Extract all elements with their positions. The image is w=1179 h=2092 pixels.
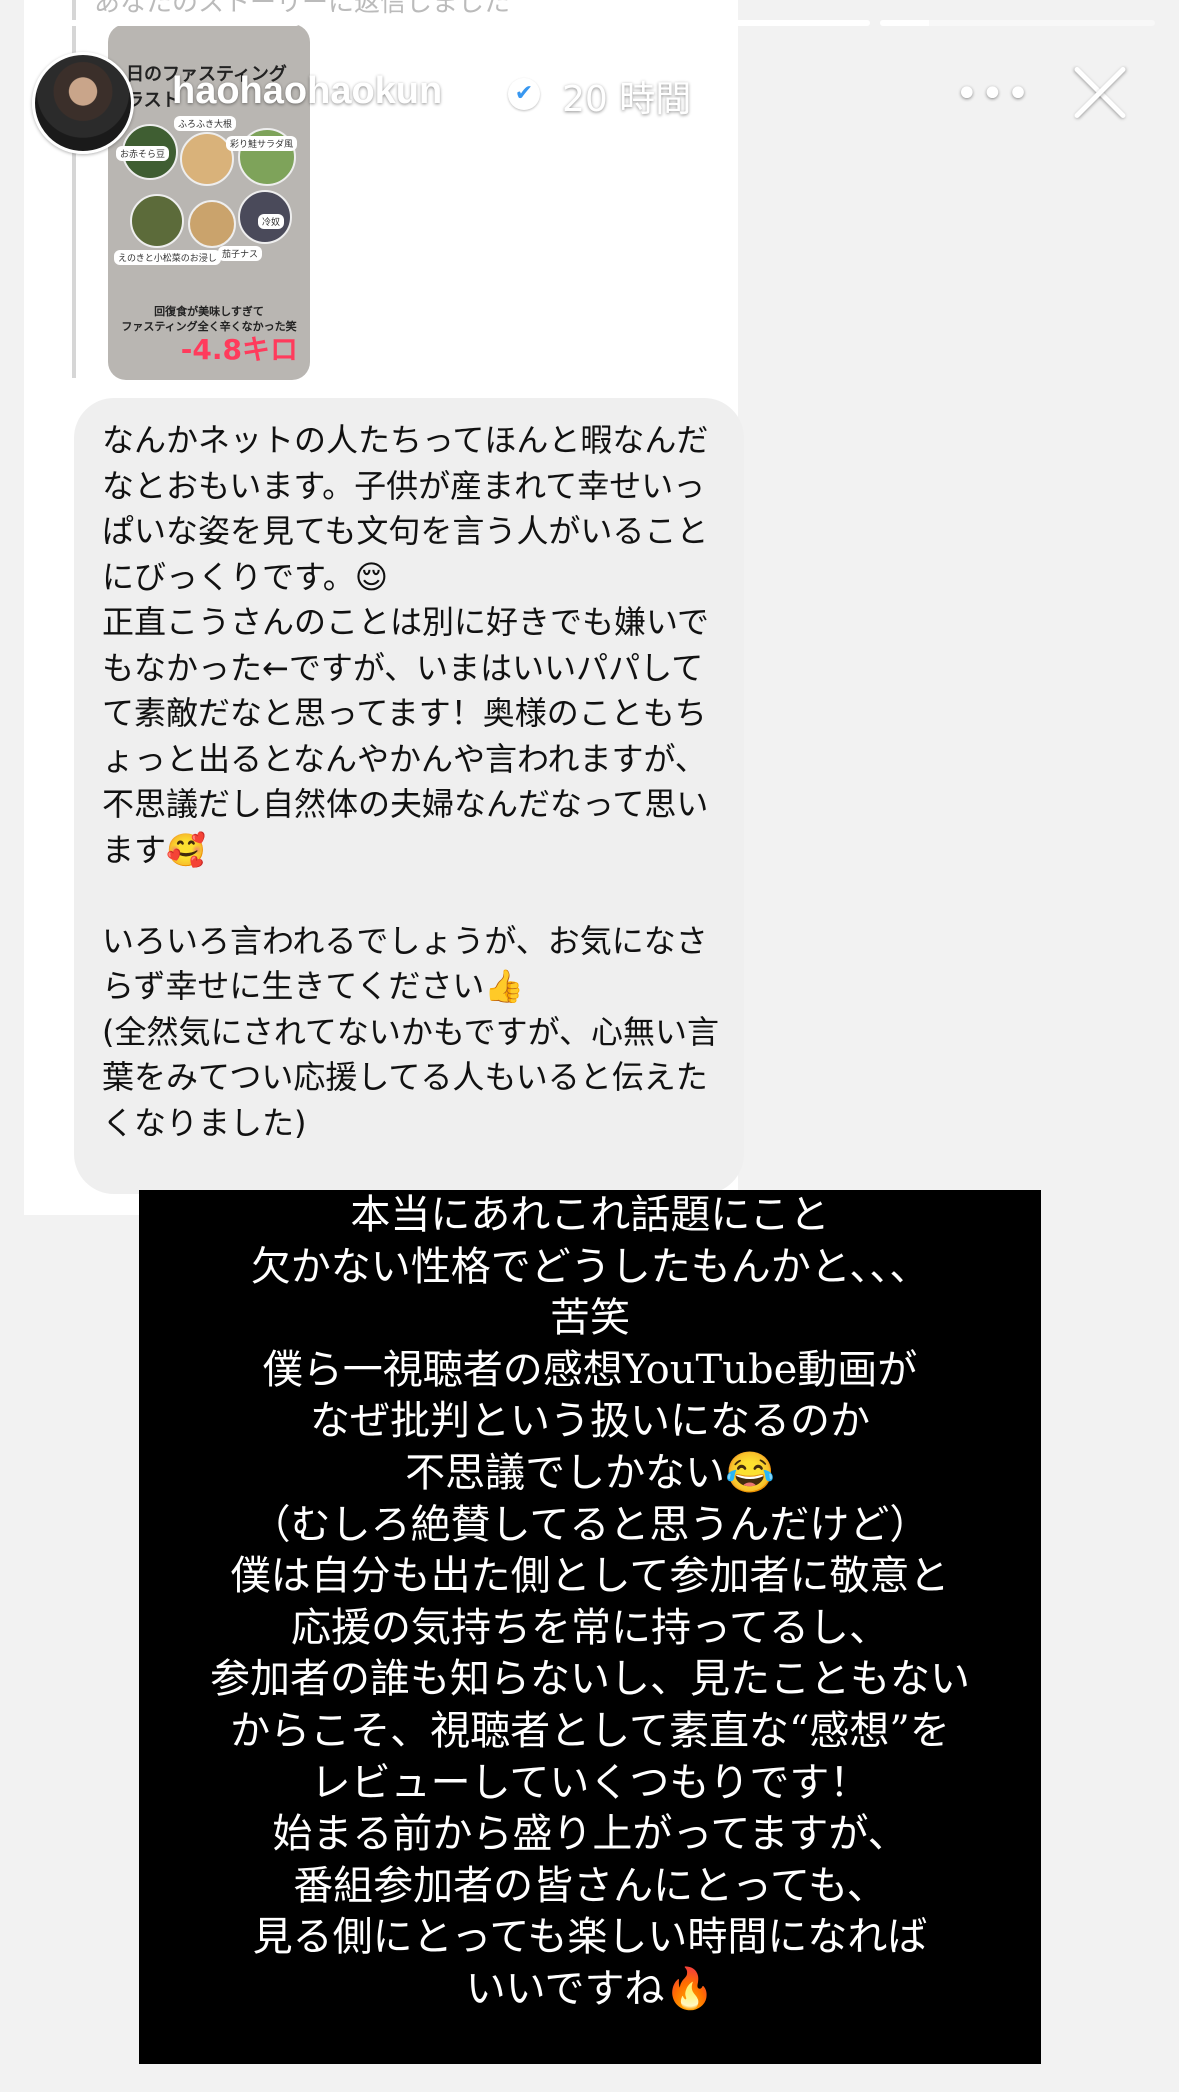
progress-fill xyxy=(879,20,930,26)
close-icon[interactable] xyxy=(1067,60,1131,124)
post-result: -4.8キロ xyxy=(180,333,298,366)
dm-screenshot: あなたのストーリーに返信しました 日のファスティング ラスト ふろふき大根 お赤… xyxy=(24,0,744,1215)
post-label: えのきと小松菜のお浸し xyxy=(114,250,221,265)
progress-fill xyxy=(309,20,585,26)
message-bubble: なんかネットの人たちってほんと暇なんだなとおもいます。子供が産まれて幸せいっぱい… xyxy=(74,398,744,1194)
progress-segment xyxy=(594,20,870,26)
post-label: 冷奴 xyxy=(258,214,285,229)
story-progress xyxy=(24,20,1155,26)
progress-fill xyxy=(24,20,300,26)
story-reply-notice: あなたのストーリーに返信しました xyxy=(94,0,511,18)
more-options-button[interactable]: ••• xyxy=(955,70,1030,118)
post-label: 茄子ナス xyxy=(218,246,263,261)
food-plate xyxy=(188,200,236,248)
avatar[interactable] xyxy=(32,52,134,154)
story-text-overlay: 本当にあれこれ話題にこと 欠かない性格でどうしたもんかと、、、 苦笑 僕ら一視聴… xyxy=(139,1190,1041,2064)
story-header: haohaohaokun ✔ 20 時間 ••• xyxy=(32,48,1155,158)
food-plate xyxy=(130,194,184,248)
progress-fill xyxy=(594,20,870,26)
progress-segment xyxy=(879,20,1155,26)
overlay-text: 本当にあれこれ話題にこと 欠かない性格でどうしたもんかと、、、 苦笑 僕ら一視聴… xyxy=(210,1192,970,2012)
progress-segment xyxy=(24,20,300,26)
verified-badge-icon: ✔ xyxy=(508,78,540,110)
timestamp: 20 時間 xyxy=(562,79,692,120)
username[interactable]: haohaohaokun xyxy=(172,70,442,113)
progress-segment xyxy=(309,20,585,26)
message-text: なんかネットの人たちってほんと暇なんだなとおもいます。子供が産まれて幸せいっぱい… xyxy=(102,421,719,1142)
